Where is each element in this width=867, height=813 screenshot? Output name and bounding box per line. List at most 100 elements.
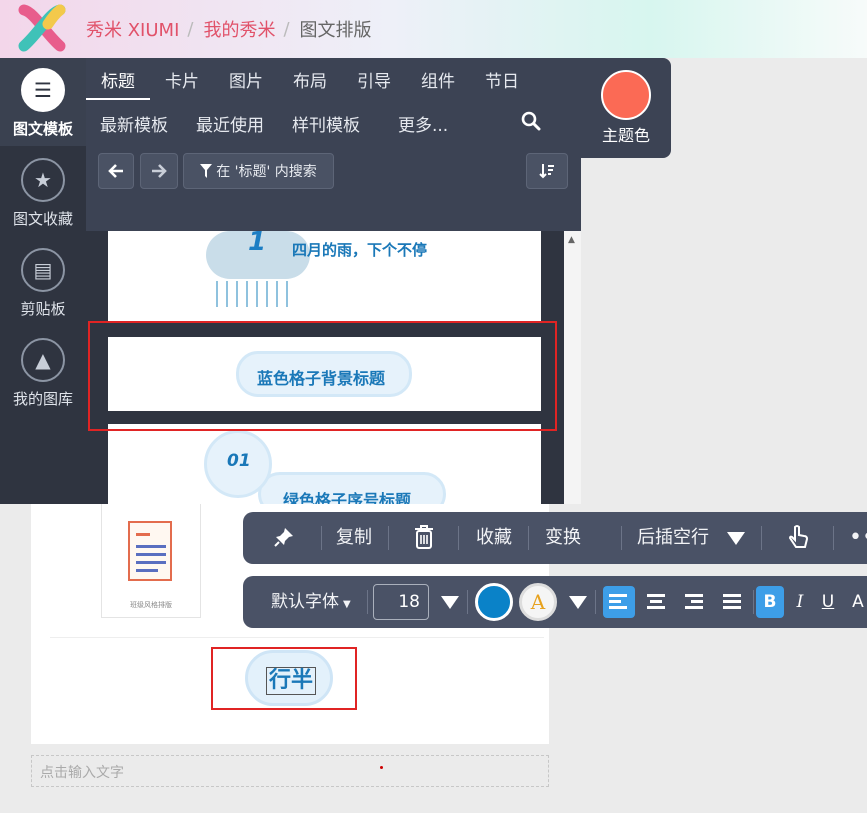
number-badge: 01	[204, 430, 272, 498]
font-family-value: 默认字体	[271, 592, 339, 612]
template-card-rain[interactable]: 1 四月的雨，下个不停	[108, 231, 541, 321]
tab-image[interactable]: 图片	[214, 70, 278, 100]
sidebar-item-gallery[interactable]: ▲ 我的图库	[0, 338, 86, 409]
toolbar-divider	[595, 590, 596, 614]
align-center-button[interactable]	[641, 586, 673, 618]
toolbar-divider	[761, 526, 762, 550]
subtab-more[interactable]: 更多...	[374, 114, 462, 138]
canvas-template-card[interactable]: 班级风格排版	[101, 500, 201, 618]
sidebar-item-favorites[interactable]: ★ 图文收藏	[0, 158, 86, 229]
hand-pointer-icon[interactable]	[787, 524, 811, 552]
toolbar-divider	[528, 526, 529, 550]
align-justify-button[interactable]	[717, 586, 749, 618]
breadcrumb-home[interactable]: 秀米 XIUMI	[86, 16, 179, 42]
arrow-right-icon	[152, 164, 167, 178]
transform-button[interactable]: 变换	[545, 512, 581, 564]
text-color-swatch[interactable]	[475, 583, 513, 621]
template-title: 绿色格子序号标题	[283, 491, 412, 504]
sidebar-item-clipboard[interactable]: ▤ 剪贴板	[0, 248, 86, 319]
theme-color-label: 主题色	[601, 126, 650, 145]
breadcrumb-separator: /	[283, 18, 290, 40]
template-card-green-grid[interactable]: 绿色格子序号标题 01	[108, 424, 541, 504]
template-number: 1	[248, 231, 267, 257]
breadcrumb: 秀米 XIUMI / 我的秀米 / 图文排版	[86, 16, 372, 42]
pin-icon[interactable]	[273, 526, 295, 548]
template-panel-controls: 在 '标题' 内搜索	[86, 145, 581, 231]
filter-icon	[200, 164, 213, 178]
text-input-area[interactable]: 点击输入文字	[31, 755, 549, 787]
top-header: 秀米 XIUMI / 我的秀米 / 图文排版	[0, 0, 867, 58]
sidebar-item-templates[interactable]: ☰ 图文模板	[0, 68, 86, 139]
caret-down-icon: ▼	[343, 599, 351, 610]
sidebar-item-label: 剪贴板	[20, 300, 66, 318]
image-gallery-icon: ▲	[21, 338, 65, 382]
filter-label: 在 '标题' 内搜索	[216, 164, 317, 180]
starred-doc-icon: ★	[21, 158, 65, 202]
align-left-button[interactable]	[603, 586, 635, 618]
toolbar-divider	[388, 526, 389, 550]
tab-layout[interactable]: 布局	[278, 70, 342, 100]
toolbar-divider	[621, 526, 622, 550]
document-illustration-icon	[128, 521, 172, 581]
underline-button[interactable]: U	[814, 586, 842, 618]
toolbar-divider	[467, 590, 468, 614]
list-icon: ☰	[21, 68, 65, 112]
sort-icon	[539, 164, 554, 179]
italic-button[interactable]: I	[786, 586, 814, 618]
toolbar-divider	[833, 526, 834, 550]
search-icon[interactable]	[520, 110, 542, 132]
bold-button[interactable]: B	[756, 586, 784, 618]
category-tabs: 标题 卡片 图片 布局 引导 组件 节日	[86, 70, 534, 100]
align-right-button[interactable]	[679, 586, 711, 618]
toolbar-divider	[753, 590, 754, 614]
cursor-dot	[380, 766, 383, 769]
tab-holiday[interactable]: 节日	[470, 70, 534, 100]
sort-button[interactable]	[526, 153, 568, 189]
search-in-category-button[interactable]: 在 '标题' 内搜索	[183, 153, 334, 189]
toolbar-divider	[367, 590, 368, 614]
raindrops-illustration	[216, 281, 296, 307]
theme-color-picker[interactable]: 主题色	[598, 70, 654, 146]
toolbar-divider	[321, 526, 322, 550]
forward-button[interactable]	[140, 153, 178, 189]
chevron-down-icon[interactable]	[727, 532, 745, 545]
more-format-button[interactable]: A	[844, 586, 867, 618]
xiumi-logo-icon[interactable]	[16, 4, 68, 52]
template-panel-header: 标题 卡片 图片 布局 引导 组件 节日 最新模板 最近使用 样刊模板 更多..…	[86, 58, 671, 158]
breadcrumb-current: 图文排版	[299, 20, 372, 41]
template-title: 四月的雨，下个不停	[292, 241, 428, 259]
breadcrumb-separator: /	[187, 18, 194, 40]
insert-blank-line-button[interactable]: 后插空行	[637, 512, 709, 564]
sidebar-item-label: 我的图库	[12, 390, 73, 408]
template-list-scrollbar[interactable]: ▲	[564, 231, 581, 504]
tab-component[interactable]: 组件	[406, 70, 470, 100]
selection-highlight-box	[88, 321, 557, 431]
back-button[interactable]	[98, 153, 134, 189]
chevron-down-icon[interactable]	[569, 596, 587, 609]
template-number: 01	[227, 451, 251, 471]
sidebar-item-label: 图文收藏	[12, 210, 73, 228]
tab-title[interactable]: 标题	[86, 70, 150, 100]
highlight-color-swatch[interactable]: A	[519, 583, 557, 621]
scroll-up-icon[interactable]: ▲	[568, 235, 575, 245]
divider	[50, 637, 544, 638]
clipboard-icon: ▤	[21, 248, 65, 292]
selection-highlight-box	[211, 647, 357, 710]
subtab-sample[interactable]: 样刊模板	[278, 114, 374, 138]
toolbar-divider	[458, 526, 459, 550]
breadcrumb-my-xiumi[interactable]: 我的秀米	[203, 16, 275, 42]
title-pill: 绿色格子序号标题	[258, 472, 446, 504]
copy-button[interactable]: 复制	[336, 512, 372, 564]
subtab-latest[interactable]: 最新模板	[86, 114, 182, 138]
subtab-recent[interactable]: 最近使用	[182, 114, 278, 138]
card-caption: 班级风格排版	[130, 601, 172, 609]
more-options-icon[interactable]: ••	[849, 512, 867, 564]
tab-card[interactable]: 卡片	[150, 70, 214, 100]
favorite-button[interactable]: 收藏	[476, 512, 512, 564]
sidebar-item-label: 图文模板	[12, 120, 73, 138]
chevron-down-icon[interactable]	[441, 596, 459, 609]
font-size-input[interactable]: 18	[373, 584, 429, 620]
font-family-select[interactable]: 默认字体 ▼	[271, 576, 351, 628]
tab-guide[interactable]: 引导	[342, 70, 406, 100]
delete-icon[interactable]	[413, 524, 435, 550]
